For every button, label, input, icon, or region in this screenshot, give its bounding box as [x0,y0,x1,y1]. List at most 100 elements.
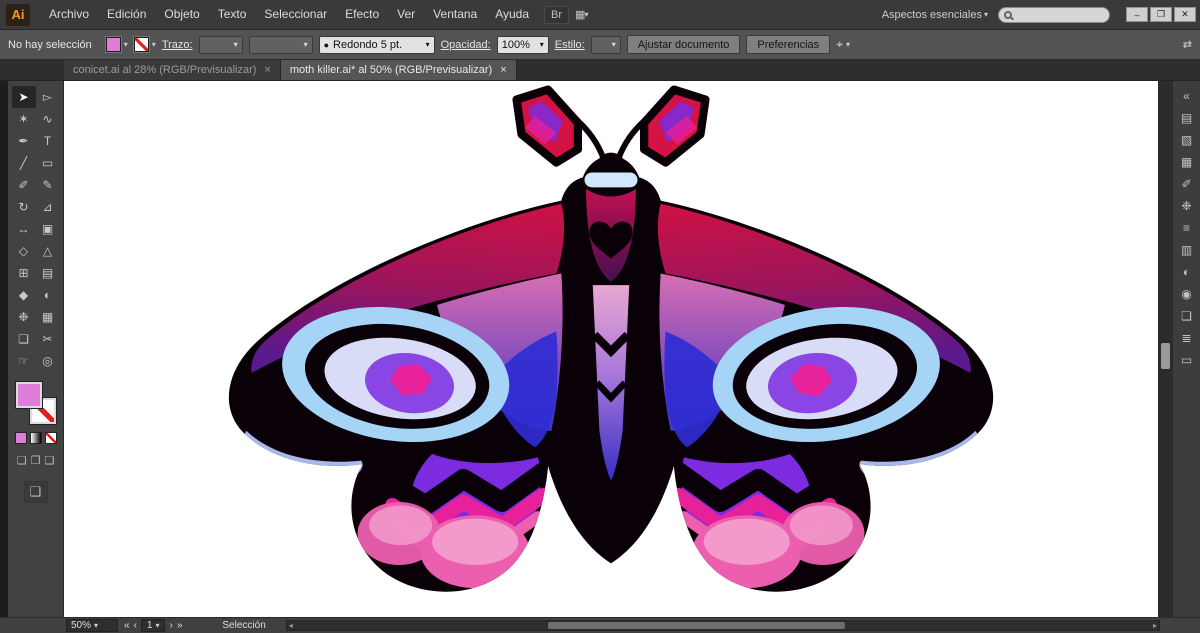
gradient-button[interactable] [29,432,42,444]
first-artboard-button[interactable]: « [124,620,130,631]
graphic-styles-panel-icon[interactable]: ❏ [1176,305,1198,327]
menu-ventana[interactable]: Ventana [424,0,486,29]
symbol-sprayer-tool-icon[interactable]: ❉ [12,306,36,328]
brushes-panel-icon[interactable]: ✐ [1176,173,1198,195]
collapse-panels-icon[interactable]: « [1176,85,1198,107]
horizontal-scrollbar-thumb[interactable] [548,622,845,629]
rectangle-tool-icon[interactable]: ▭ [36,152,60,174]
chevron-down-icon[interactable]: ▾ [846,40,850,49]
arrange-documents-button[interactable]: ▦ ▾ [575,8,588,21]
style-dropdown[interactable]: ▾ [590,35,621,54]
stroke-panel-icon[interactable]: ≡ [1176,217,1198,239]
opacity-dropdown[interactable]: 100% ▾ [496,35,549,54]
previous-artboard-button[interactable]: ‹ [134,620,137,631]
scale-tool-icon[interactable]: ⊿ [36,196,60,218]
fill-color-swatch[interactable] [104,36,122,53]
none-button[interactable] [44,432,57,444]
paintbrush-tool-icon[interactable]: ✐ [12,174,36,196]
swatches-panel-icon[interactable]: ▦ [1176,151,1198,173]
restore-button[interactable]: ❐ [1150,7,1172,22]
transparency-panel-icon[interactable]: ◐ [1176,261,1198,283]
scroll-right-icon[interactable]: ▸ [1153,621,1157,630]
tab-close-icon[interactable]: × [264,64,270,76]
color-button[interactable] [14,432,27,444]
shape-builder-tool-icon[interactable]: ◇ [12,240,36,262]
magic-wand-tool-icon[interactable]: ✶ [12,108,36,130]
pen-tool-icon[interactable]: ✒ [12,130,36,152]
screen-mode-button[interactable]: ❑ [23,481,48,503]
preferences-button[interactable]: Preferencias [746,35,831,54]
workspace-switcher[interactable]: Aspectos esenciales ▾ [882,9,988,21]
blend-tool-icon[interactable]: ◐ [36,284,60,306]
search-input[interactable] [1016,9,1104,20]
rotate-tool-icon[interactable]: ↻ [12,196,36,218]
vertical-scrollbar-thumb[interactable] [1161,343,1170,369]
layers-panel-icon[interactable]: ≣ [1176,327,1198,349]
color-panel-icon[interactable]: ▤ [1176,107,1198,129]
slice-tool-icon[interactable]: ✂ [36,328,60,350]
pencil-tool-icon[interactable]: ✎ [36,174,60,196]
line-segment-tool-icon[interactable]: ╱ [12,152,36,174]
last-artboard-button[interactable]: » [177,620,183,631]
chevron-down-icon[interactable]: ▾ [124,40,128,49]
document-tab[interactable]: moth killer.ai* al 50% (RGB/Previsualiza… [280,60,517,80]
color-guide-panel-icon[interactable]: ▧ [1176,129,1198,151]
chevron-down-icon[interactable]: ▾ [152,40,156,49]
brush-dropdown[interactable]: ● Redondo 5 pt. ▾ [318,35,435,54]
artboards-panel-icon[interactable]: ▭ [1176,349,1198,371]
search-box[interactable] [998,6,1110,23]
bridge-button[interactable]: Br [544,5,570,24]
menu-archivo[interactable]: Archivo [40,0,98,29]
document-tab[interactable]: conicet.ai al 28% (RGB/Previsualizar) × [64,60,281,80]
artboard-number-dropdown[interactable]: 1 ▾ [140,619,166,632]
zoom-tool-icon[interactable]: ◎ [36,350,60,372]
drawing-mode-button-1[interactable]: ❏ [17,454,27,467]
artboard-tool-icon[interactable]: ❏ [12,328,36,350]
fit-document-button[interactable]: Ajustar documento [626,35,741,54]
menu-efecto[interactable]: Efecto [336,0,388,29]
moth-right-half [611,85,994,592]
drawing-mode-button-3[interactable]: ❑ [44,454,54,467]
style-label[interactable]: Estilo: [555,39,585,51]
minimize-button[interactable]: – [1126,7,1148,22]
stroke-width-dropdown[interactable]: ▾ [198,35,243,54]
selection-tool-icon[interactable]: ➤ [11,86,36,108]
appearance-panel-icon[interactable]: ◉ [1176,283,1198,305]
tool-options-icon[interactable]: ⌖ [836,37,843,52]
gradient-panel-icon[interactable]: ▥ [1176,239,1198,261]
zoom-level-dropdown[interactable]: 50% ▾ [66,619,118,632]
symbols-panel-icon[interactable]: ❉ [1176,195,1198,217]
menu-ayuda[interactable]: Ayuda [486,0,538,29]
stroke-label[interactable]: Trazo: [162,39,193,51]
collapse-control-panel-icon[interactable]: ⇄ [1183,38,1192,51]
vertical-scrollbar[interactable] [1158,81,1172,617]
hand-tool-icon[interactable]: ☞ [12,350,36,372]
mesh-tool-icon[interactable]: ⊞ [12,262,36,284]
close-button[interactable]: ✕ [1174,7,1196,22]
drawing-modes: ❏ ❐ ❑ [17,454,55,467]
width-tool-icon[interactable]: ↔ [12,218,36,240]
free-transform-tool-icon[interactable]: ▣ [36,218,60,240]
fill-swatch[interactable] [14,381,43,409]
direct-selection-tool-icon[interactable]: ▻ [36,86,60,108]
menu-ver[interactable]: Ver [388,0,424,29]
perspective-grid-tool-icon[interactable]: △ [36,240,60,262]
type-tool-icon[interactable]: T [36,130,60,152]
next-artboard-button[interactable]: › [169,620,172,631]
width-profile-dropdown[interactable]: ▾ [248,35,313,54]
stroke-color-swatch[interactable] [132,36,150,53]
lasso-tool-icon[interactable]: ∿ [36,108,60,130]
drawing-mode-button-2[interactable]: ❐ [31,454,41,467]
menu-objeto[interactable]: Objeto [155,0,208,29]
tab-close-icon[interactable]: × [500,64,506,76]
scroll-left-icon[interactable]: ◂ [289,621,293,630]
menu-texto[interactable]: Texto [209,0,256,29]
artboard-canvas[interactable] [64,81,1158,617]
eyedropper-tool-icon[interactable]: ◆ [12,284,36,306]
column-graph-tool-icon[interactable]: ▦ [36,306,60,328]
horizontal-scrollbar[interactable]: ◂ ▸ [285,620,1160,631]
menu-edición[interactable]: Edición [98,0,155,29]
menu-seleccionar[interactable]: Seleccionar [255,0,336,29]
gradient-tool-icon[interactable]: ▤ [36,262,60,284]
opacity-label[interactable]: Opacidad: [441,39,491,51]
